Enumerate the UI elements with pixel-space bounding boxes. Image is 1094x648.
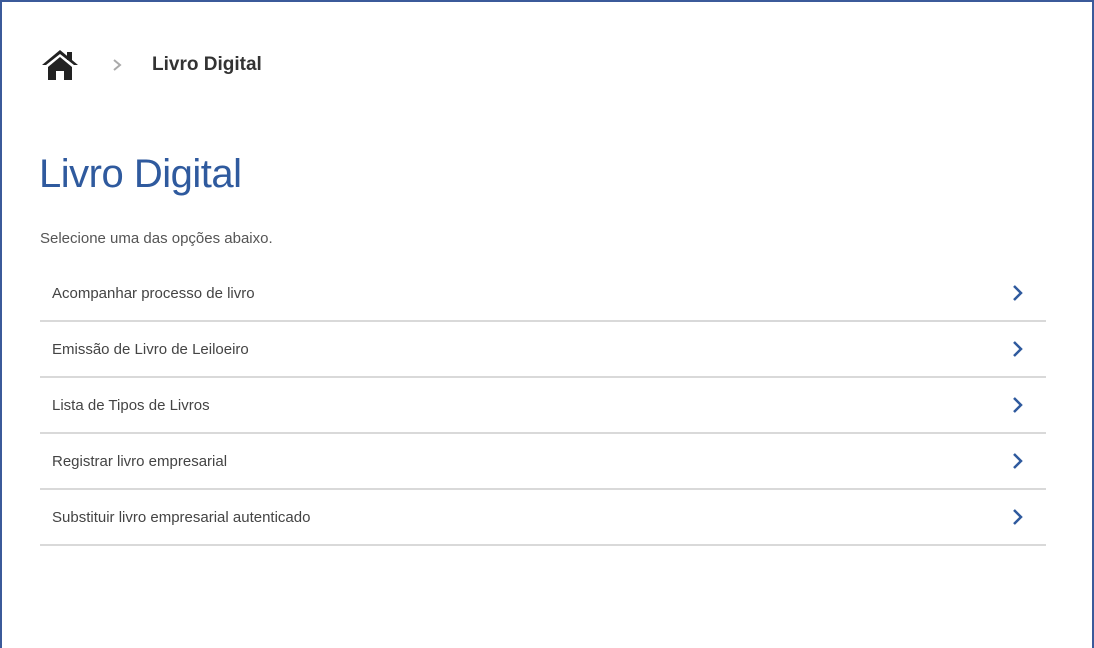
option-emissao-livro-leiloeiro[interactable]: Emissão de Livro de Leiloeiro bbox=[40, 322, 1046, 378]
page-subtitle: Selecione uma das opções abaixo. bbox=[40, 230, 273, 247]
option-registrar-livro-empresarial[interactable]: Registrar livro empresarial bbox=[40, 434, 1046, 490]
option-label: Substituir livro empresarial autenticado bbox=[52, 508, 311, 526]
chevron-right-icon bbox=[1012, 452, 1024, 470]
option-label: Lista de Tipos de Livros bbox=[52, 396, 210, 414]
option-lista-tipos-livros[interactable]: Lista de Tipos de Livros bbox=[40, 378, 1046, 434]
chevron-right-icon bbox=[1012, 284, 1024, 302]
option-label: Emissão de Livro de Leiloeiro bbox=[52, 340, 249, 358]
chevron-right-icon bbox=[1012, 396, 1024, 414]
option-label: Acompanhar processo de livro bbox=[52, 284, 255, 302]
option-label: Registrar livro empresarial bbox=[52, 452, 228, 470]
option-substituir-livro-autenticado[interactable]: Substituir livro empresarial autenticado bbox=[40, 490, 1046, 546]
page-frame: Livro Digital Livro Digital Selecione um… bbox=[0, 0, 1094, 648]
breadcrumb-current: Livro Digital bbox=[152, 54, 262, 75]
option-acompanhar-processo[interactable]: Acompanhar processo de livro bbox=[40, 266, 1046, 322]
chevron-right-icon bbox=[1012, 340, 1024, 358]
page-title: Livro Digital bbox=[39, 152, 242, 196]
home-icon[interactable] bbox=[40, 48, 80, 82]
chevron-right-icon bbox=[110, 58, 124, 72]
chevron-right-icon bbox=[1012, 508, 1024, 526]
option-list: Acompanhar processo de livro Emissão de … bbox=[40, 266, 1046, 546]
breadcrumb: Livro Digital bbox=[40, 46, 262, 84]
